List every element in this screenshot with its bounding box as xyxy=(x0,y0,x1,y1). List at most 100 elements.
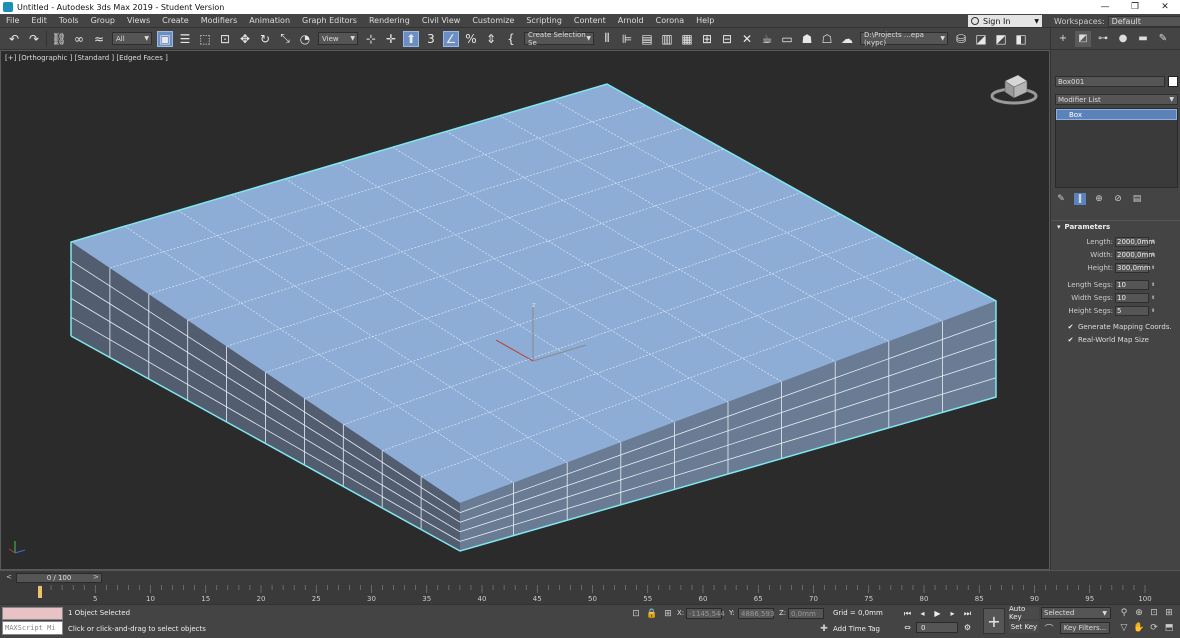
key-mode-icon[interactable]: ⇔ xyxy=(902,622,913,633)
menu-corona[interactable]: Corona xyxy=(650,16,690,25)
place-icon[interactable]: ◔ xyxy=(297,31,313,47)
ribbon-toggle-icon[interactable]: ▦ xyxy=(679,31,695,47)
orbit-icon[interactable]: ⟳ xyxy=(1148,622,1160,634)
y-coordinate-field[interactable]: 4886,593 xyxy=(738,608,774,619)
add-time-tag[interactable]: Add Time Tag xyxy=(833,625,880,633)
width-segs-spinner[interactable]: 10 xyxy=(1115,292,1149,303)
select-by-name-icon[interactable]: ☰ xyxy=(177,31,193,47)
select-scale-icon[interactable]: ⤡ xyxy=(277,31,293,47)
create-tab-icon[interactable]: + xyxy=(1055,31,1071,47)
generate-mapping-checkbox[interactable]: ✔ Generate Mapping Coords. xyxy=(1067,321,1172,332)
snaps-toggle-icon[interactable]: 3 xyxy=(423,31,439,47)
manipulate-icon[interactable]: ✛ xyxy=(383,31,399,47)
previous-frame-icon[interactable]: ◂ xyxy=(917,608,928,619)
material-editor-icon[interactable]: ✕ xyxy=(739,31,755,47)
modify-tab-icon[interactable]: ◩ xyxy=(1075,30,1091,47)
current-frame-field[interactable]: 0 xyxy=(916,622,958,633)
rendered-frame-icon[interactable]: ▭ xyxy=(779,31,795,47)
maximize-viewport-icon[interactable]: ⬒ xyxy=(1163,622,1175,634)
render-iterative-icon[interactable]: ☖ xyxy=(819,31,835,47)
time-slider-next-icon[interactable]: > xyxy=(93,573,103,583)
stack-item-box[interactable]: Box xyxy=(1056,109,1177,120)
next-frame-icon[interactable]: ▸ xyxy=(947,608,958,619)
viewport-canvas[interactable]: z xyxy=(1,51,1049,569)
rectangular-selection-icon[interactable]: ⬚ xyxy=(197,31,213,47)
menu-views[interactable]: Views xyxy=(121,16,156,25)
time-configuration-icon[interactable]: ⚙ xyxy=(962,622,973,633)
maxscript-listener-output[interactable] xyxy=(2,607,63,620)
undo-icon[interactable]: ↶ xyxy=(6,31,22,47)
z-coordinate-field[interactable]: 0,0mm xyxy=(788,608,824,619)
selection-lock-icon[interactable]: 🔒 xyxy=(646,608,658,620)
x-coordinate-field[interactable]: -1145,544 xyxy=(686,608,725,619)
project-tool-icon-2[interactable]: ◩ xyxy=(993,31,1009,47)
project-path-dropdown[interactable]: D:\Projects …ера (курс) ▼ xyxy=(860,31,948,47)
height-segs-spinner[interactable]: 5 xyxy=(1115,305,1149,316)
close-button[interactable]: ✕ xyxy=(1150,0,1180,14)
modifier-list-dropdown[interactable]: Modifier List ▼ xyxy=(1055,94,1178,105)
menu-civil-view[interactable]: Civil View xyxy=(416,16,467,25)
selection-filter-dropdown[interactable]: All ▼ xyxy=(112,32,152,45)
pivot-center-icon[interactable]: ⊹ xyxy=(363,31,379,47)
percent-snap-icon[interactable]: % xyxy=(463,31,479,47)
motion-tab-icon[interactable]: ● xyxy=(1115,31,1131,47)
scene-explorer-icon[interactable]: ▤ xyxy=(639,31,655,47)
menu-graph-editors[interactable]: Graph Editors xyxy=(296,16,363,25)
spinner-arrows-icon[interactable]: ⬍ xyxy=(1151,308,1155,314)
menu-content[interactable]: Content xyxy=(568,16,612,25)
menu-group[interactable]: Group xyxy=(85,16,121,25)
bind-space-warp-icon[interactable]: ≈ xyxy=(91,31,107,47)
restore-button[interactable]: ❐ xyxy=(1120,0,1150,14)
spinner-snap-icon[interactable]: ⇕ xyxy=(483,31,499,47)
width-spinner[interactable]: 2000,0mm xyxy=(1115,249,1155,260)
show-end-result-icon[interactable]: ‖ xyxy=(1074,193,1086,205)
redo-icon[interactable]: ↷ xyxy=(26,31,42,47)
edit-named-selection-icon[interactable]: { xyxy=(503,31,519,47)
absolute-transform-icon[interactable]: ⊞ xyxy=(662,608,674,620)
set-key-icon[interactable]: + xyxy=(983,608,1005,634)
project-tool-icon-3[interactable]: ◧ xyxy=(1013,31,1029,47)
sign-in-button[interactable]: Sign In ▼ xyxy=(968,15,1042,27)
pan-view-icon[interactable]: ✋ xyxy=(1133,622,1145,634)
layer-explorer-icon[interactable]: ▥ xyxy=(659,31,675,47)
menu-edit[interactable]: Edit xyxy=(25,16,53,25)
render-setup-icon[interactable]: ☕ xyxy=(759,31,775,47)
time-slider-handle[interactable]: 0 / 100 xyxy=(16,573,102,583)
parameters-rollout-header[interactable]: ▾ Parameters xyxy=(1051,220,1180,232)
spinner-arrows-icon[interactable]: ⬍ xyxy=(1151,239,1155,245)
mirror-icon[interactable]: ⫴ xyxy=(599,31,615,47)
menu-arnold[interactable]: Arnold xyxy=(612,16,650,25)
key-filters-button[interactable]: Key Filters... xyxy=(1060,622,1110,634)
default-in-out-tangent-icon[interactable]: ⌒ xyxy=(1043,622,1055,635)
play-icon[interactable]: ▶ xyxy=(932,608,943,619)
utilities-tab-icon[interactable]: ✎ xyxy=(1155,31,1171,47)
track-bar[interactable]: 5 10 15 20 25 30 35 40 45 50 55 60 65 70 75 80 85 90 95 100 xyxy=(0,584,1180,604)
viewport-perspective[interactable]: [+] [Orthographic ] [Standard ] [Edged F… xyxy=(0,50,1050,570)
spinner-arrows-icon[interactable]: ⬍ xyxy=(1151,282,1155,288)
menu-animation[interactable]: Animation xyxy=(243,16,296,25)
menu-file[interactable]: File xyxy=(0,16,25,25)
select-move-icon[interactable]: ✥ xyxy=(237,31,253,47)
menu-rendering[interactable]: Rendering xyxy=(363,16,416,25)
real-world-map-checkbox[interactable]: ✔ Real-World Map Size xyxy=(1067,334,1149,345)
named-selection-dropdown[interactable]: Create Selection Se ▼ xyxy=(524,31,594,47)
zoom-all-icon[interactable]: ⊕ xyxy=(1133,607,1145,619)
schematic-view-icon[interactable]: ⊟ xyxy=(719,31,735,47)
zoom-extents-all-icon[interactable]: ⊞ xyxy=(1163,607,1175,619)
auto-key-button[interactable]: Auto Key xyxy=(1009,605,1039,621)
zoom-icon[interactable]: ⚲ xyxy=(1118,607,1130,619)
workspaces-select[interactable]: Default xyxy=(1107,15,1180,27)
link-icon[interactable]: ⛓ xyxy=(51,31,67,47)
align-icon[interactable]: ⊫ xyxy=(619,31,635,47)
remove-modifier-icon[interactable]: ⊘ xyxy=(1112,193,1124,205)
menu-tools[interactable]: Tools xyxy=(53,16,85,25)
zoom-extents-icon[interactable]: ⊡ xyxy=(1148,607,1160,619)
time-tag-icon[interactable]: ✚ xyxy=(818,623,830,635)
menu-scripting[interactable]: Scripting xyxy=(520,16,568,25)
selection-set-dropdown[interactable]: Selected ▼ xyxy=(1041,607,1111,619)
set-key-button[interactable]: Set Key xyxy=(1009,621,1039,633)
select-rotate-icon[interactable]: ↻ xyxy=(257,31,273,47)
project-folder-icon[interactable]: ⛁ xyxy=(953,31,969,47)
menu-help[interactable]: Help xyxy=(690,16,720,25)
menu-modifiers[interactable]: Modifiers xyxy=(195,16,244,25)
